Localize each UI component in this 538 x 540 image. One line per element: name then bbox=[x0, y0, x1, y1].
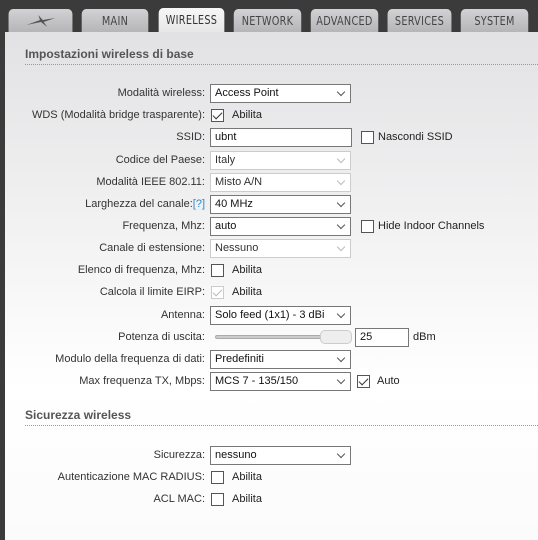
label: SSID: bbox=[176, 131, 205, 143]
help-link[interactable]: [?] bbox=[193, 198, 205, 210]
tab-wireless[interactable]: WIRELESS bbox=[158, 8, 225, 33]
label: Larghezza del canale:[?] bbox=[85, 198, 205, 210]
output-power-input[interactable]: 25 bbox=[355, 328, 409, 347]
wireless-mode-select[interactable]: Access Point bbox=[210, 84, 351, 103]
label: Sicurezza: bbox=[153, 449, 205, 461]
freq-list-checkbox[interactable] bbox=[211, 264, 224, 277]
power-unit: dBm bbox=[413, 331, 436, 343]
label: Codice del Paese: bbox=[115, 154, 205, 166]
label: WDS (Modalità bridge trasparente): bbox=[31, 109, 205, 121]
label: Modulo della frequenza di dati: bbox=[55, 353, 205, 365]
tab-main[interactable]: MAIN bbox=[81, 9, 149, 33]
label: ACL MAC: bbox=[153, 493, 205, 505]
hide-ssid-checkbox[interactable] bbox=[361, 131, 374, 144]
tab-services[interactable]: SERVICES bbox=[387, 9, 452, 33]
security-select[interactable]: nessuno bbox=[210, 446, 351, 465]
mac-acl-text: Abilita bbox=[232, 493, 262, 505]
row-antenna: Antenna: Solo feed (1x1) - 3 dBi bbox=[0, 306, 538, 326]
label: Elenco di frequenza, Mhz: bbox=[77, 264, 205, 276]
hide-indoor-text: Hide Indoor Channels bbox=[378, 220, 485, 232]
label-text: Larghezza del canale: bbox=[85, 198, 193, 210]
row-mac-radius: Autenticazione MAC RADIUS: Abilita bbox=[0, 468, 538, 488]
mac-acl-checkbox[interactable] bbox=[211, 493, 224, 506]
row-security: Sicurezza: nessuno bbox=[0, 446, 538, 466]
label: Antenna: bbox=[160, 309, 205, 321]
channel-width-select[interactable]: 40 MHz bbox=[210, 195, 351, 214]
row-extension: Canale di estensione: Nessuno bbox=[0, 239, 538, 259]
country-select[interactable]: Italy bbox=[210, 151, 351, 170]
wds-checkbox[interactable] bbox=[211, 109, 224, 122]
max-tx-select[interactable]: MCS 7 - 135/150 bbox=[210, 372, 351, 391]
section-title-basic: Impostazioni wireless di base bbox=[25, 47, 538, 65]
label: Modalità IEEE 802.11: bbox=[96, 176, 205, 188]
row-max-tx: Max frequenza TX, Mbps: MCS 7 - 135/150 … bbox=[0, 372, 538, 392]
antenna-select[interactable]: Solo feed (1x1) - 3 dBi bbox=[210, 306, 351, 325]
wds-text: Abilita bbox=[232, 109, 262, 121]
row-freq-list: Elenco di frequenza, Mhz: Abilita bbox=[0, 261, 538, 281]
frequency-select[interactable]: auto bbox=[210, 217, 351, 236]
mac-radius-checkbox[interactable] bbox=[211, 471, 224, 484]
ieee-mode-select[interactable]: Misto A/N bbox=[210, 173, 351, 192]
row-eirp: Calcola il limite EIRP: Abilita bbox=[0, 283, 538, 303]
max-tx-auto-checkbox[interactable] bbox=[357, 375, 370, 388]
row-output-power: Potenza di uscita: 25 dBm bbox=[0, 328, 538, 348]
label: Calcola il limite EIRP: bbox=[99, 286, 205, 298]
extension-channel-select[interactable]: Nessuno bbox=[210, 239, 351, 258]
label: Max frequenza TX, Mbps: bbox=[79, 375, 205, 387]
label: Potenza di uscita: bbox=[118, 331, 205, 343]
output-power-slider[interactable] bbox=[215, 335, 335, 339]
tab-network[interactable]: NETWORK bbox=[233, 9, 302, 33]
label: Modalità wireless: bbox=[117, 87, 205, 99]
row-rate-module: Modulo della frequenza di dati: Predefin… bbox=[0, 350, 538, 370]
ubiquiti-logo-icon bbox=[26, 15, 55, 27]
label: Autenticazione MAC RADIUS: bbox=[57, 471, 205, 483]
row-mac-acl: ACL MAC: Abilita bbox=[0, 490, 538, 510]
row-channel-width: Larghezza del canale:[?] 40 MHz bbox=[0, 195, 538, 215]
row-frequency: Frequenza, Mhz: auto Hide Indoor Channel… bbox=[0, 217, 538, 237]
rate-module-select[interactable]: Predefiniti bbox=[210, 350, 351, 369]
row-wds: WDS (Modalità bridge trasparente): Abili… bbox=[0, 106, 538, 126]
row-country: Codice del Paese: Italy bbox=[0, 151, 538, 171]
max-tx-auto-text: Auto bbox=[377, 375, 400, 387]
eirp-text: Abilita bbox=[232, 286, 262, 298]
logo-tab[interactable] bbox=[8, 9, 73, 33]
ssid-input[interactable]: ubnt bbox=[210, 128, 352, 147]
tab-system[interactable]: SYSTEM bbox=[460, 9, 529, 33]
label: Canale di estensione: bbox=[99, 242, 205, 254]
section-title-security: Sicurezza wireless bbox=[25, 408, 538, 426]
eirp-checkbox[interactable] bbox=[211, 286, 224, 299]
slider-handle[interactable] bbox=[320, 330, 352, 344]
row-ssid: SSID: ubnt Nascondi SSID bbox=[0, 128, 538, 148]
label: Frequenza, Mhz: bbox=[122, 220, 205, 232]
mac-radius-text: Abilita bbox=[232, 471, 262, 483]
hide-ssid-text: Nascondi SSID bbox=[378, 131, 453, 143]
tab-advanced[interactable]: ADVANCED bbox=[310, 9, 379, 33]
hide-indoor-checkbox[interactable] bbox=[361, 220, 374, 233]
row-ieee: Modalità IEEE 802.11: Misto A/N bbox=[0, 173, 538, 193]
freq-list-text: Abilita bbox=[232, 264, 262, 276]
row-wireless-mode: Modalità wireless: Access Point bbox=[0, 84, 538, 104]
